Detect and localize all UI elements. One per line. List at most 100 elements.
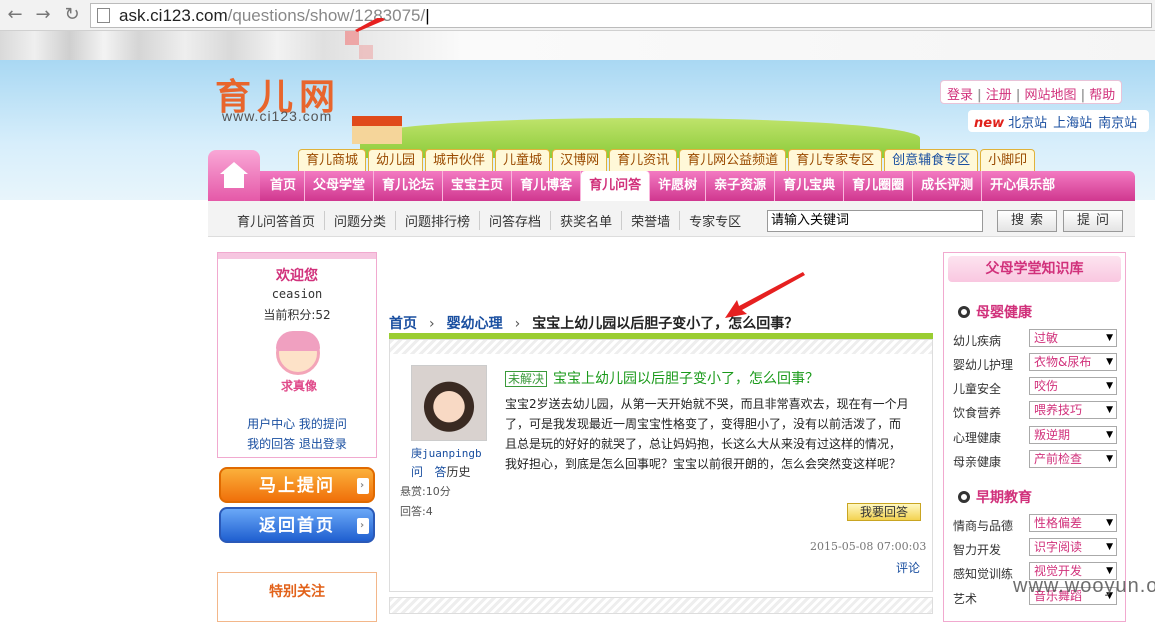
knowledge-select[interactable]: 过敏 ▼	[1029, 329, 1117, 347]
breadcrumb-home[interactable]: 首页	[389, 316, 417, 332]
subnav-item[interactable]: 专家专区	[680, 211, 750, 230]
question-body: 宝宝2岁送去幼儿园，从第一天开始就不哭，而且非常喜欢去，现在有一个月了，可是我发…	[505, 397, 909, 471]
answer-count: 回答:4	[400, 505, 433, 518]
tab-channel[interactable]: 幼儿园	[368, 149, 424, 171]
ask-question-button[interactable]: 提问	[1063, 210, 1123, 232]
bullet-icon	[958, 306, 970, 318]
special-focus-title: 特别关注	[269, 584, 325, 600]
knowledge-title: 父母学堂知识库	[948, 256, 1121, 282]
tab-channel[interactable]: 城市伙伴	[425, 149, 494, 171]
nav-item[interactable]: 亲子资源	[706, 171, 776, 201]
sitemap-link[interactable]: 网站地图	[1025, 88, 1077, 103]
bullet-icon	[958, 491, 970, 503]
subnav-item[interactable]: 问题排行榜	[396, 211, 481, 230]
reward: 悬赏:10分	[400, 485, 451, 498]
knowledge-select[interactable]: 产前检查 ▼	[1029, 450, 1117, 468]
top-links: 登录 | 注册 | 网站地图 | 帮助	[940, 80, 1123, 104]
home-icon[interactable]	[208, 150, 260, 201]
subnav-item[interactable]: 荣誉墙	[622, 211, 681, 230]
knowledge-row: 心理健康 叛逆期 ▼	[953, 426, 1123, 446]
city-link-nanjing[interactable]: 南京站	[1098, 116, 1137, 131]
points: 当前积分:52	[263, 308, 331, 322]
nav-item[interactable]: 开心俱乐部	[982, 171, 1063, 201]
nav-item[interactable]: 育儿博客	[512, 171, 582, 201]
nav-item[interactable]: 育儿宝典	[775, 171, 845, 201]
back-home-button[interactable]: 返回首页 ›	[219, 507, 375, 543]
watermark: www.wooyun.org	[1013, 575, 1155, 597]
asker-photo[interactable]	[411, 365, 487, 441]
knowledge-select[interactable]: 喂养技巧 ▼	[1029, 401, 1117, 419]
subnav-item[interactable]: 育儿问答首页	[228, 211, 326, 230]
sub-nav: 育儿问答首页 问题分类 问题排行榜 问答存档 获奖名单 荣誉墙 专家专区	[228, 211, 750, 230]
dropdown-icon: ▼	[1106, 518, 1113, 528]
breadcrumb-category[interactable]: 婴幼心理	[447, 316, 503, 332]
comment-link[interactable]: 评论	[896, 559, 920, 576]
tab-channel[interactable]: 育儿网公益频道	[679, 149, 787, 171]
nav-item[interactable]: 育儿论坛	[374, 171, 444, 201]
annotation-arrow	[355, 18, 385, 32]
divider	[389, 597, 933, 614]
tab-channel[interactable]: 小脚印	[980, 149, 1036, 171]
tab-channel[interactable]: 育儿商城	[298, 149, 367, 171]
address-bar[interactable]: ask.ci123.com/questions/show/1283075/|	[90, 3, 1152, 28]
avatar[interactable]	[276, 331, 320, 375]
question-date: 2015-05-08 07:00:03	[810, 540, 927, 553]
new-badge: new	[974, 116, 1005, 131]
ask-now-button[interactable]: 马上提问 ›	[219, 467, 375, 503]
nav-item[interactable]: 宝宝主页	[443, 171, 513, 201]
login-link[interactable]: 登录	[947, 88, 973, 103]
tab-channel[interactable]: 儿童城	[495, 149, 551, 171]
dropdown-icon: ▼	[1106, 333, 1113, 343]
knowledge-select[interactable]: 咬伤 ▼	[1029, 377, 1117, 395]
knowledge-row: 婴幼儿护理 衣物&尿布 ▼	[953, 353, 1123, 373]
subnav-item[interactable]: 问题分类	[325, 211, 397, 230]
arrow-right-icon: ›	[357, 478, 369, 494]
forward-icon[interactable]: →	[32, 4, 54, 26]
knowledge-select[interactable]: 识字阅读 ▼	[1029, 538, 1117, 556]
knowledge-select[interactable]: 性格偏差 ▼	[1029, 514, 1117, 532]
back-home-label: 返回首页	[259, 516, 335, 536]
welcome-title: 欢迎您	[276, 268, 318, 284]
arrow-right-icon: ›	[357, 518, 369, 534]
tab-channel[interactable]: 创意辅食专区	[884, 149, 979, 171]
subnav-item[interactable]: 问答存档	[480, 211, 552, 230]
dropdown-icon: ▼	[1106, 454, 1113, 464]
dropdown-icon: ▼	[1106, 430, 1113, 440]
nav-item[interactable]: 成长评测	[913, 171, 983, 201]
dropdown-icon: ▼	[1106, 381, 1113, 391]
tab-channel[interactable]: 汉博网	[552, 149, 608, 171]
user-links-row2[interactable]: 我的回答 退出登录	[218, 435, 376, 452]
city-link-shanghai[interactable]: 上海站	[1053, 116, 1092, 131]
city-link-beijing[interactable]: 北京站	[1008, 116, 1047, 131]
tab-channel[interactable]: 育儿资讯	[609, 149, 678, 171]
subnav-item[interactable]: 获奖名单	[551, 211, 623, 230]
reload-icon[interactable]: ↻	[61, 4, 83, 26]
nav-item-active[interactable]: 育儿问答	[581, 171, 651, 201]
knowledge-select[interactable]: 衣物&尿布 ▼	[1029, 353, 1117, 371]
nav-item[interactable]: 首页	[262, 171, 306, 201]
site-logo-url: www.ci123.com	[222, 108, 333, 124]
question-title: 未解决 宝宝上幼儿园以后胆子变小了，怎么回事？	[505, 368, 819, 388]
register-link[interactable]: 注册	[986, 88, 1012, 103]
knowledge-row: 智力开发 识字阅读 ▼	[953, 538, 1123, 558]
asker-questions-link[interactable]: 问	[411, 465, 423, 479]
special-focus-panel: 特别关注	[217, 572, 377, 622]
page-icon	[97, 8, 110, 23]
nav-item[interactable]: 育儿圈圈	[844, 171, 914, 201]
answer-button[interactable]: 我要回答	[847, 503, 921, 521]
welcome-panel: 欢迎您 ceasion 当前积分:52 求真像 用户中心 我的提问 我的回答 退…	[217, 252, 377, 458]
tab-channel[interactable]: 育儿专家专区	[788, 149, 883, 171]
nav-item[interactable]: 许愿树	[650, 171, 707, 201]
asker-name[interactable]: 庚juanpingb	[411, 445, 482, 461]
user-links-row1[interactable]: 用户中心 我的提问	[218, 415, 376, 432]
dropdown-icon: ▼	[1106, 542, 1113, 552]
knowledge-select[interactable]: 叛逆期 ▼	[1029, 426, 1117, 444]
asker-actions: 问 答历史	[411, 463, 471, 480]
asker-answers-link[interactable]: 答	[434, 465, 446, 479]
dropdown-icon: ▼	[1106, 357, 1113, 367]
search-input[interactable]: 请输入关键词	[767, 210, 983, 232]
search-button[interactable]: 搜索	[997, 210, 1057, 232]
nav-item[interactable]: 父母学堂	[305, 171, 375, 201]
back-icon[interactable]: ←	[4, 4, 26, 26]
help-link[interactable]: 帮助	[1089, 88, 1115, 103]
